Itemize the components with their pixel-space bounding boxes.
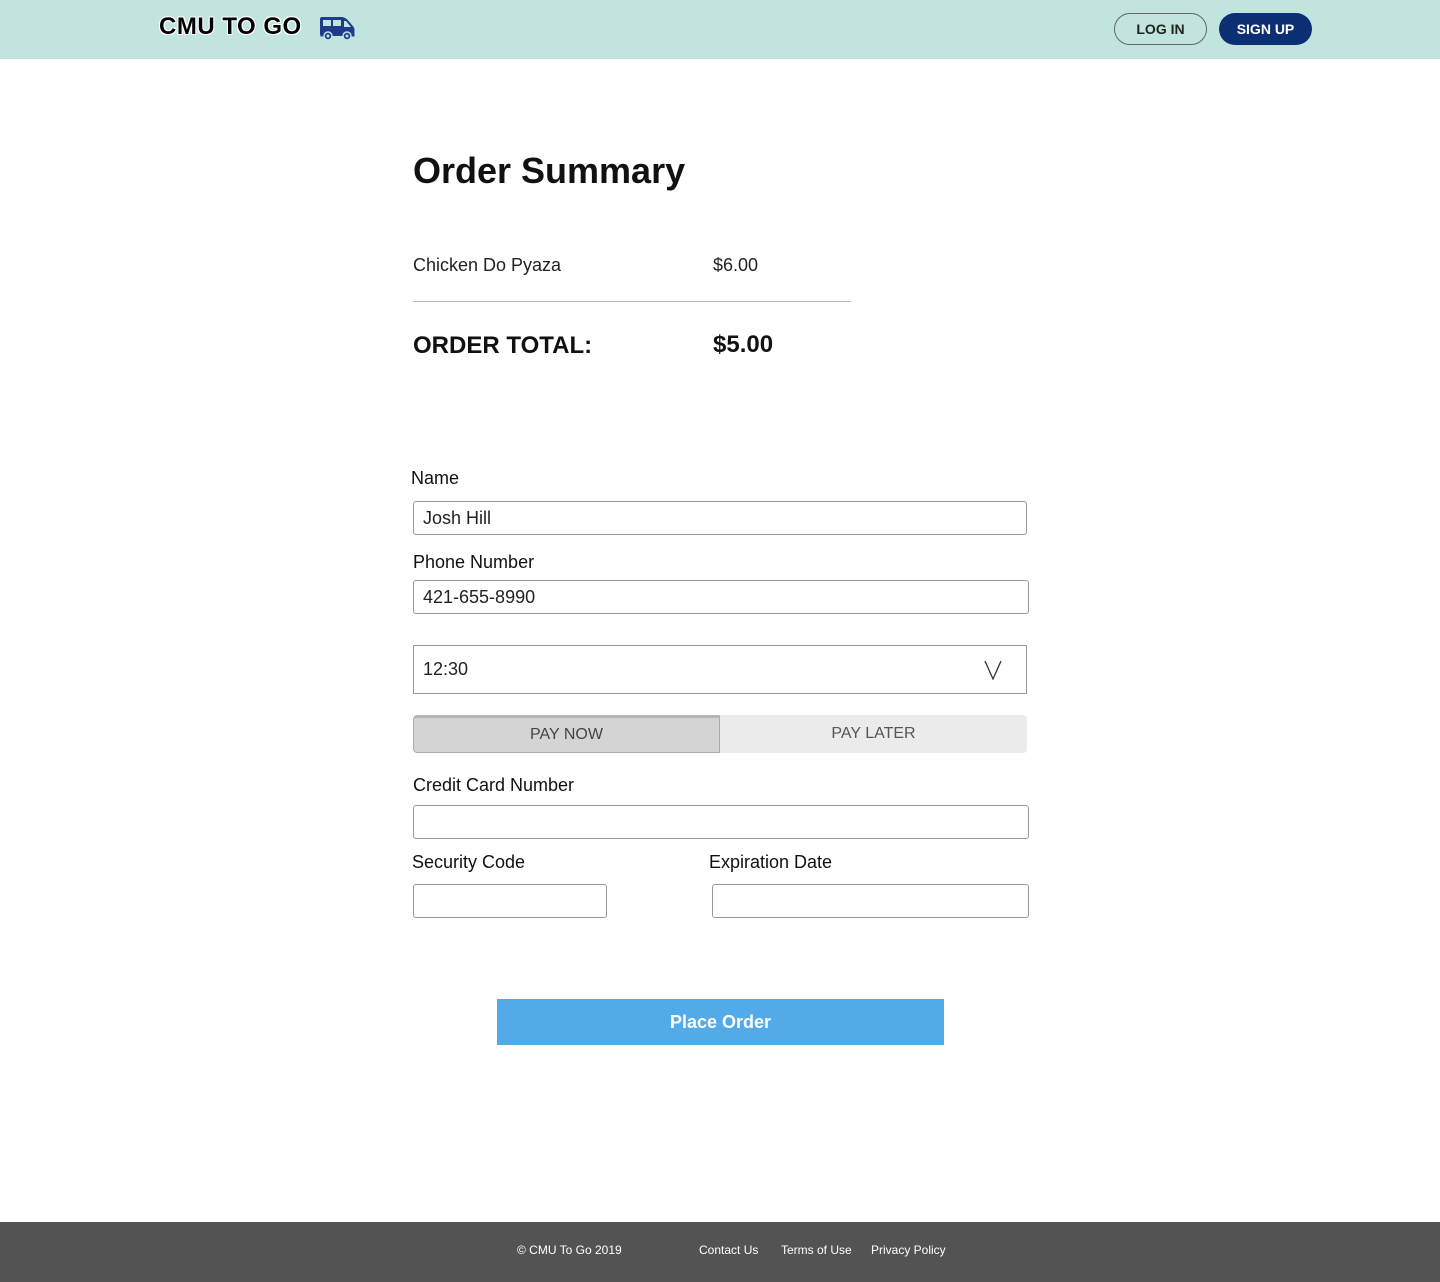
site-footer: © CMU To Go 2019 Contact Us Terms of Use…: [0, 1222, 1440, 1282]
login-button[interactable]: LOG IN: [1114, 13, 1207, 45]
name-label: Name: [411, 468, 460, 488]
footer-link-terms[interactable]: Terms of Use: [781, 1243, 852, 1257]
place-order-button[interactable]: Place Order: [497, 999, 944, 1045]
logo-text[interactable]: CMU TO GO: [159, 13, 302, 41]
name-input[interactable]: Josh Hill: [413, 501, 1027, 535]
page-title: Order Summary: [413, 150, 686, 191]
pickup-time-value: 12:30: [423, 659, 469, 679]
summary-divider: [413, 301, 851, 302]
site-header: CMU TO GO LOG IN SIGN UP: [0, 0, 1440, 59]
pay-now-tab[interactable]: PAY NOW: [413, 715, 720, 753]
expiration-date-input[interactable]: [712, 884, 1029, 918]
van-icon[interactable]: [318, 14, 356, 42]
pay-later-tab[interactable]: PAY LATER: [720, 715, 1027, 753]
security-code-label: Security Code: [412, 852, 526, 872]
payment-toggle: PAY NOW PAY LATER: [413, 715, 1027, 753]
card-number-input[interactable]: [413, 805, 1029, 839]
security-code-input[interactable]: [413, 884, 607, 918]
chevron-down-icon: [984, 660, 1002, 680]
footer-copyright: © CMU To Go 2019: [517, 1243, 622, 1257]
signup-button[interactable]: SIGN UP: [1219, 13, 1312, 45]
pickup-time-select[interactable]: 12:30: [413, 645, 1027, 694]
expiration-date-label: Expiration Date: [709, 852, 833, 872]
order-total-value: $5.00: [713, 331, 774, 358]
footer-link-contact[interactable]: Contact Us: [699, 1243, 758, 1257]
order-total-label: ORDER TOTAL:: [413, 332, 593, 359]
card-number-label: Credit Card Number: [413, 775, 575, 795]
order-item-name: Chicken Do Pyaza: [413, 255, 562, 275]
phone-input[interactable]: 421-655-8990: [413, 580, 1029, 614]
phone-label: Phone Number: [413, 552, 535, 572]
footer-link-privacy[interactable]: Privacy Policy: [871, 1243, 946, 1257]
order-item-price: $6.00: [713, 255, 759, 275]
